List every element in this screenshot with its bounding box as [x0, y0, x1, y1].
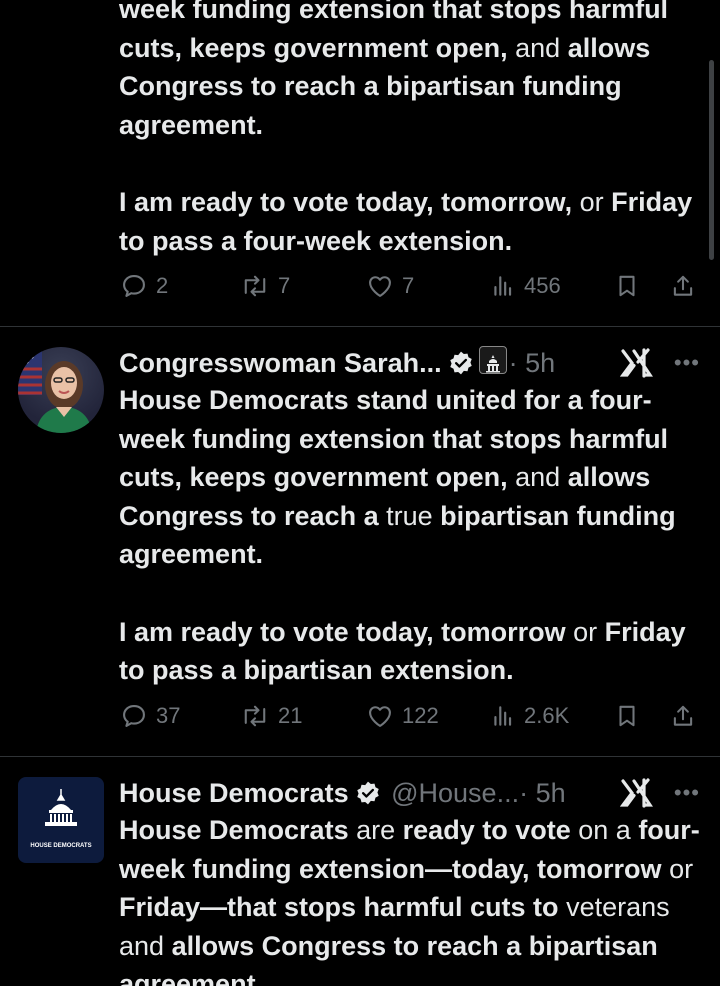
scrollbar[interactable]: [709, 60, 714, 260]
tweet-2[interactable]: Congresswoman Sarah... · 5h ••• House Dem…: [0, 327, 720, 755]
tweet-1-actions: 2 7 7 456: [120, 266, 700, 306]
reply-count: 37: [156, 703, 181, 728]
house-democrats-logo: HOUSE DEMOCRATS: [30, 789, 92, 849]
tweet-3-seg-3: ready to vote: [402, 815, 571, 845]
tweet-3-seg-9: allows Congress to reach a bipartisan ag…: [119, 930, 658, 986]
bookmark-button[interactable]: [614, 266, 640, 306]
verified-icon: [356, 781, 379, 805]
repost-icon: [244, 275, 266, 297]
like-icon: [369, 706, 391, 727]
grok-icon[interactable]: [620, 347, 654, 379]
repost-count: 7: [278, 273, 291, 298]
tweet-3-text: House Democrats are ready to vote on a f…: [119, 811, 700, 986]
tweet-time[interactable]: · 5h: [509, 348, 556, 378]
grok-icon[interactable]: [620, 777, 654, 809]
bookmark-button[interactable]: [614, 696, 640, 736]
like-icon: [369, 276, 391, 297]
tweet-1-text-plain-1: and: [515, 32, 561, 63]
tweet-time[interactable]: · 5h: [519, 778, 566, 808]
views-count: 2.6K: [524, 703, 570, 728]
like-count: 122: [402, 703, 439, 728]
share-button[interactable]: [670, 266, 696, 306]
views-icon: [494, 276, 512, 296]
tweet-3[interactable]: HOUSE DEMOCRATS House Democrats @House..…: [0, 757, 720, 986]
tweet-2-text: House Democrats stand united for a four-…: [119, 381, 700, 690]
tweet-1-text-bold-3: I am ready to vote today, tomorrow,: [119, 186, 573, 217]
reply-count: 2: [156, 273, 169, 298]
reply-button[interactable]: 2: [120, 266, 168, 306]
tweet-2-text-bold-4: I am ready to vote today, tomorrow: [119, 616, 566, 647]
views-button[interactable]: 456: [490, 266, 561, 306]
more-icon[interactable]: •••: [674, 343, 700, 383]
tweet-header: Congresswoman Sarah... · 5h •••: [119, 343, 700, 383]
views-button[interactable]: 2.6K: [490, 696, 569, 736]
bookmark-icon: [619, 275, 635, 297]
logo-text: HOUSE DEMOCRATS: [30, 843, 91, 849]
views-count: 456: [524, 273, 561, 298]
author-name[interactable]: Congresswoman Sarah...: [119, 348, 442, 378]
verified-icon: [449, 351, 472, 375]
tweet-3-seg-2: are: [356, 815, 396, 845]
tweet-3-seg-4: on a: [578, 815, 631, 845]
tweet-2-text-plain-2: true: [386, 500, 433, 531]
like-button[interactable]: 122: [366, 696, 439, 736]
views-icon: [494, 706, 512, 726]
tweet-header: House Democrats @House...· 5h •••: [119, 773, 700, 813]
reply-icon: [123, 275, 145, 297]
repost-button[interactable]: 7: [240, 266, 290, 306]
repost-button[interactable]: 21: [240, 696, 302, 736]
tweet-2-text-plain-1: and: [515, 462, 561, 493]
reply-icon: [123, 705, 145, 727]
tweet-3-seg-6: or: [669, 853, 694, 884]
tweet-1-text: week funding extension that stops harmfu…: [119, 0, 700, 260]
avatar-portrait: [18, 347, 92, 433]
avatar[interactable]: HOUSE DEMOCRATS: [18, 777, 104, 863]
tweet-1[interactable]: week funding extension that stops harmfu…: [0, 0, 720, 325]
author-name[interactable]: House Democrats: [119, 778, 349, 808]
bookmark-icon: [619, 705, 635, 727]
share-icon: [673, 705, 693, 726]
share-icon: [673, 275, 693, 296]
tweet-1-text-plain-2: or: [579, 186, 604, 217]
more-icon[interactable]: •••: [674, 773, 700, 813]
tweet-3-seg-1: House Democrats: [119, 815, 349, 845]
avatar[interactable]: [18, 347, 104, 433]
tweet-3-seg-7: Friday—that stops harmful cuts to: [119, 892, 559, 923]
share-button[interactable]: [670, 696, 696, 736]
tweet-2-text-plain-3: or: [573, 616, 598, 647]
tweet-2-actions: 37 21 122 2.6K: [120, 696, 700, 736]
reply-button[interactable]: 37: [120, 696, 180, 736]
author-handle[interactable]: @House...: [391, 778, 519, 808]
capitol-badge-icon: [478, 346, 507, 374]
repost-icon: [244, 705, 266, 727]
like-count: 7: [402, 273, 415, 298]
repost-count: 21: [278, 703, 303, 728]
like-button[interactable]: 7: [366, 266, 414, 306]
